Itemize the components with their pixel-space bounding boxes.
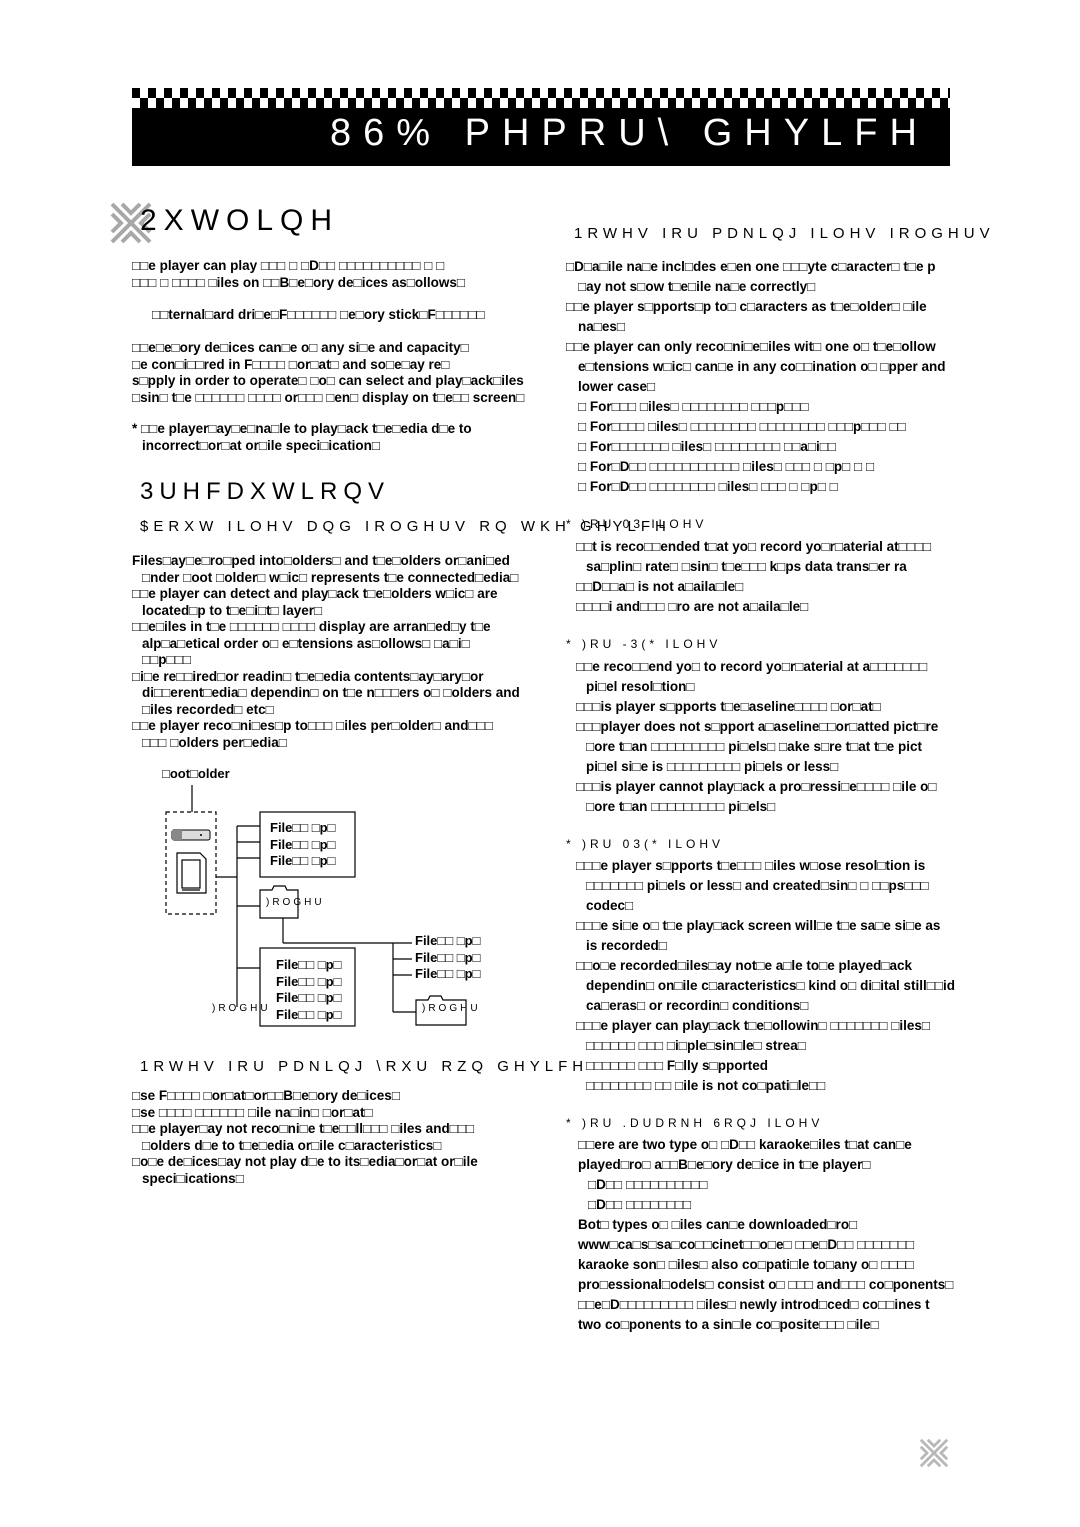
mp3-list: □□t is reco□□ended t□at yo□ record yo□r□… <box>576 537 931 617</box>
list-item: □□e player can only reco□ni□e□iles wit□ … <box>566 339 946 394</box>
list-item: □□□e si□e o□ t□e play□ack screen will□e … <box>576 918 941 953</box>
list-item: □□e player reco□ni□es□p to□□□ □iles per□… <box>132 718 493 750</box>
outline-paragraph: □□ternal□ard dri□e□F□□□□□□ □e□ory stick□… <box>152 307 485 324</box>
list-item: □□□e player s□pports t□e□□□ □iles w□ose … <box>576 858 929 913</box>
list-item: □□D□□a□ is not a□aila□le□ <box>576 579 744 594</box>
file-item: File□□ □p□ <box>270 820 336 835</box>
banner-checker-bottom <box>132 98 950 108</box>
sd-card-icon <box>176 852 207 894</box>
folder-label: )ROGHU <box>266 897 325 908</box>
own-device-heading: 1RWHV IRU PDNLQJ \RXU RZQ GHYLFH <box>140 1058 589 1075</box>
text-line: □D□□ □□□□□□□□□□ <box>588 1177 708 1192</box>
text-line: □sin□ t□e □□□□□□ □□□□ or□□□ □en□ display… <box>132 389 525 405</box>
text-line: pro□essional□odels□ consist o□ □□□ and□□… <box>578 1277 954 1292</box>
outline-paragraph: □□e□e□ory de□ices can□e o□ any si□e and … <box>132 340 524 406</box>
format-item: □ For□D□□ □□□□□□□□□□□ □iles□ □□□ □ □p□ □… <box>578 459 875 474</box>
list-item: □se F□□□□ □or□at□or□□B□e□ory de□ices□ <box>132 1088 400 1103</box>
list-item: □D□a□ile na□e incl□des e□en one □□□yte c… <box>566 259 936 294</box>
mp3-heading: * )RU 03 ILOHV <box>566 517 708 531</box>
text-line: * □□e player□ay□e□na□le to play□ack t□e□… <box>132 421 472 436</box>
text-line: □□e player can play □□□ □ □D□□ □□□□□□□□□… <box>132 258 445 273</box>
file-item: File□□ □p□ <box>415 966 481 981</box>
text-line: two co□ponents to a sin□le co□posite□□□ … <box>578 1317 879 1332</box>
outline-note: * □□e player□ay□e□na□le to play□ack t□e□… <box>132 421 472 454</box>
jpeg-heading: * )RU -3(* ILOHV <box>566 637 722 651</box>
text-line: karaoke son□ □iles□ also co□pati□le to□a… <box>578 1257 914 1272</box>
text-line: □□ternal□ard dri□e□F□□□□□□ □e□ory stick□… <box>152 307 485 322</box>
text-line: □□e□e□ory de□ices can□e o□ any si□e and … <box>132 340 469 355</box>
file-item: File□□ □p□ <box>276 973 342 989</box>
x-logo-icon <box>919 1438 949 1468</box>
mpeg4-heading: * )RU 03(* ILOHV <box>566 837 725 851</box>
list-item: □□□□i and□□□ □ro are not a□aila□le□ <box>576 599 809 614</box>
text-line: □D□□ □□□□□□□□ <box>588 1197 692 1212</box>
file-item: File□□ □p□ <box>415 949 481 965</box>
text-line: □□ere are two type o□ □D□□ karaoke□iles … <box>578 1137 912 1152</box>
banner-title: 86% PHPRU\ GHYLFH <box>330 112 929 154</box>
banner-checker-top <box>132 88 950 98</box>
making-files-heading: 1RWHV IRU PDNLQJ ILOHV IROGHUV <box>574 225 995 242</box>
file-group-3: File□□ □p□ File□□ □p□ File□□ □p□ File□□ … <box>276 957 341 1023</box>
list-item: □□□is player cannot play□ack a pro□ressi… <box>576 779 937 814</box>
karaoke-text: □□ere are two type o□ □D□□ karaoke□iles … <box>578 1135 953 1335</box>
file-item: File□□ □p□ <box>276 1006 342 1022</box>
list-item: □o□e de□ices□ay not play d□e to its□edia… <box>132 1154 478 1186</box>
format-item: □ For□D□□ □□□□□□□□ □iles□ □□□ □ □p□ □ <box>578 479 838 494</box>
text-line: □e con□i□□red in F□□□□ □or□at□ and so□e□… <box>132 356 450 372</box>
list-item: Files□ay□e□ro□ped into□olders□ and t□e□o… <box>132 553 519 585</box>
text-line: s□pply in order to operate□ □o□ can sele… <box>132 373 524 388</box>
outline-heading: 2XWOLQH <box>140 204 340 237</box>
text-line: played□ro□ a□□B□e□ory de□ice in t□e play… <box>578 1157 871 1172</box>
outline-paragraph: □□e player can play □□□ □ □D□□ □□□□□□□□□… <box>132 258 465 291</box>
format-item: □ For□□□ □iles□ □□□□□□□□ □□□p□□□ <box>578 399 809 414</box>
text-line: □□□ □ □□□□ □iles on □□B□e□ory de□ices as… <box>132 274 466 290</box>
text-line: incorrect□or□at or□ile speci□ication□ <box>142 437 381 453</box>
list-item: □□□player does not s□pport a□aseline□□or… <box>576 719 939 774</box>
folder-label: )ROGHU <box>212 1003 271 1014</box>
usb-stick-icon <box>171 829 211 841</box>
file-item: File□□ □p□ <box>270 836 336 852</box>
text-line: □□e□D□□□□□□□□□ □iles□ newly introd□ced□ … <box>578 1297 930 1312</box>
text-line: www□ca□s□sa□co□□cinet□□o□e□ □□e□D□□ □□□□… <box>578 1237 915 1252</box>
file-item: File□□ □p□ <box>276 957 342 972</box>
file-item: File□□ □p□ <box>415 933 481 948</box>
karaoke-heading: * )RU .DUDRNH 6RQJ ILOHV <box>566 1116 824 1130</box>
format-item: □ For□□□□ □iles□ □□□□□□□□ □□□□□□□□ □□□p□… <box>578 419 906 434</box>
list-item: □□e player□ay not reco□ni□e t□e□□ll□□□ □… <box>132 1121 475 1153</box>
mpeg4-list: □□□e player s□pports t□e□□□ □iles w□ose … <box>576 856 955 1096</box>
file-item: File□□ □p□ <box>270 853 336 868</box>
list-item: □□□is player s□pports t□e□aseline□□□□ □o… <box>576 699 881 714</box>
list-item: □□e reco□□end yo□ to record yo□r□aterial… <box>576 659 928 694</box>
making-files-list: □D□a□ile na□e incl□des e□en one □□□yte c… <box>566 257 946 497</box>
list-item: □□□e player can play□ack t□e□ollowin□ □□… <box>576 1018 931 1093</box>
jpeg-list: □□e reco□□end yo□ to record yo□r□aterial… <box>576 657 938 817</box>
list-item: □□e□iles in t□e □□□□□□ □□□□ display are … <box>132 619 491 667</box>
list-item: □i□e re□□ired□or readin□ t□e□edia conten… <box>132 668 520 717</box>
about-files-list: Files□ay□e□ro□ped into□olders□ and t□e□o… <box>132 553 520 751</box>
list-item: □□o□e recorded□iles□ay not□e a□le to□e p… <box>576 958 956 1013</box>
folder-label: )ROGHU <box>422 1003 481 1014</box>
file-item: File□□ □p□ <box>276 990 342 1005</box>
list-item: □□e player can detect and play□ack t□e□o… <box>132 586 498 618</box>
file-group-2: File□□ □p□ File□□ □p□ File□□ □p□ <box>415 933 480 983</box>
list-item: □se □□□□ □□□□□□ □ile na□in□ □or□at□ <box>132 1104 373 1120</box>
list-item: □□t is reco□□ended t□at yo□ record yo□r□… <box>576 539 932 574</box>
file-group-1: File□□ □p□ File□□ □p□ File□□ □p□ <box>270 820 335 870</box>
own-device-list: □se F□□□□ □or□at□or□□B□e□ory de□ices□ □s… <box>132 1088 478 1187</box>
precautions-heading: 3UHFDXWLRQV <box>140 478 391 505</box>
format-item: □ For□□□□□□□ □iles□ □□□□□□□□ □□a□i□□ <box>578 439 837 454</box>
text-line: Bot□ types o□ □iles can□e downloaded□ro□ <box>578 1217 858 1232</box>
list-item: □□e player s□pports□p to□ c□aracters as … <box>566 299 927 334</box>
